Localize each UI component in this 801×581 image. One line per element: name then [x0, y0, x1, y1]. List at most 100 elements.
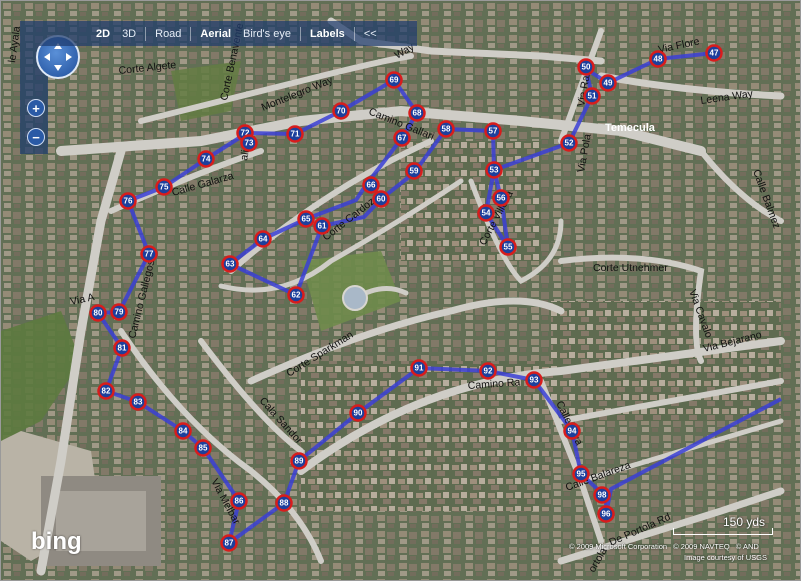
- scale-label: 150 yds: [723, 515, 766, 529]
- route-marker[interactable]: 80: [89, 304, 107, 322]
- svg-text:91: 91: [415, 364, 424, 373]
- birds-eye-button[interactable]: Bird's eye: [237, 28, 297, 40]
- route-marker[interactable]: 61: [313, 217, 331, 235]
- route-marker[interactable]: 93: [525, 371, 543, 389]
- map-toolbar: 2D 3D Road Aerial Bird's eye Labels <<: [20, 21, 417, 46]
- route-marker[interactable]: 47: [705, 44, 723, 62]
- route-marker[interactable]: 73: [240, 134, 258, 152]
- route-marker[interactable]: 55: [499, 238, 517, 256]
- svg-text:68: 68: [413, 109, 422, 118]
- route-marker[interactable]: 54: [477, 204, 495, 222]
- svg-text:52: 52: [565, 139, 574, 148]
- svg-text:71: 71: [291, 130, 300, 139]
- svg-text:47: 47: [710, 49, 719, 58]
- view-3d-button[interactable]: 3D: [116, 28, 142, 40]
- svg-text:92: 92: [484, 367, 493, 376]
- svg-text:49: 49: [604, 79, 613, 88]
- route-marker[interactable]: 94: [563, 422, 581, 440]
- svg-text:73: 73: [245, 139, 254, 148]
- route-marker[interactable]: 60: [372, 190, 390, 208]
- svg-text:98: 98: [598, 491, 607, 500]
- svg-text:75: 75: [160, 183, 169, 192]
- route-marker[interactable]: 71: [286, 125, 304, 143]
- bing-logo: bing: [31, 528, 82, 555]
- copyright-microsoft: © 2009 Microsoft Corporation: [569, 542, 668, 551]
- zoom-out-button[interactable]: −: [27, 128, 45, 146]
- route-marker[interactable]: 96: [597, 505, 615, 523]
- svg-text:87: 87: [225, 539, 234, 548]
- route-marker[interactable]: 64: [254, 230, 272, 248]
- route-marker[interactable]: 58: [437, 120, 455, 138]
- svg-text:67: 67: [398, 134, 407, 143]
- route-marker[interactable]: 74: [197, 150, 215, 168]
- route-marker[interactable]: 69: [385, 71, 403, 89]
- toolbar-divider: [299, 26, 301, 41]
- route-marker[interactable]: 48: [649, 50, 667, 68]
- route-marker[interactable]: 76: [119, 192, 137, 210]
- route-marker[interactable]: 67: [393, 129, 411, 147]
- view-2d-button[interactable]: 2D: [90, 28, 116, 40]
- svg-text:57: 57: [489, 127, 498, 136]
- route-marker[interactable]: 81: [113, 339, 131, 357]
- label-temecula: Temecula: [605, 122, 656, 134]
- route-marker[interactable]: 66: [362, 176, 380, 194]
- route-marker[interactable]: 57: [484, 122, 502, 140]
- copyright-navteq: © 2009 NAVTEQ: [673, 542, 730, 551]
- aerial-map[interactable]: Corte Algete Montelegro Way Corte Benave…: [1, 1, 801, 581]
- route-marker[interactable]: 75: [155, 178, 173, 196]
- svg-text:81: 81: [118, 344, 127, 353]
- route-marker[interactable]: 63: [221, 255, 239, 273]
- route-marker[interactable]: 65: [297, 210, 315, 228]
- route-marker[interactable]: 91: [410, 359, 428, 377]
- scale-bar: [673, 528, 773, 535]
- route-marker[interactable]: 68: [408, 104, 426, 122]
- svg-text:54: 54: [482, 209, 491, 218]
- route-marker[interactable]: 59: [405, 162, 423, 180]
- route-marker[interactable]: 87: [220, 534, 238, 552]
- svg-text:83: 83: [134, 398, 143, 407]
- svg-text:80: 80: [94, 309, 103, 318]
- route-marker[interactable]: 50: [577, 58, 595, 76]
- svg-text:56: 56: [497, 194, 506, 203]
- route-marker[interactable]: 70: [332, 102, 350, 120]
- route-marker[interactable]: 77: [140, 245, 158, 263]
- route-marker[interactable]: 56: [492, 189, 510, 207]
- toolbar-divider: [145, 26, 147, 41]
- zoom-in-button[interactable]: +: [27, 99, 45, 117]
- svg-text:59: 59: [410, 167, 419, 176]
- svg-text:74: 74: [202, 155, 211, 164]
- route-marker[interactable]: 49: [599, 74, 617, 92]
- svg-text:53: 53: [490, 166, 499, 175]
- route-marker[interactable]: 53: [485, 161, 503, 179]
- route-marker[interactable]: 62: [287, 286, 305, 304]
- svg-text:86: 86: [235, 497, 244, 506]
- collapse-toolbar-button[interactable]: <<: [358, 28, 383, 40]
- road-view-button[interactable]: Road: [149, 28, 187, 40]
- route-marker[interactable]: 84: [174, 422, 192, 440]
- route-marker[interactable]: 90: [349, 404, 367, 422]
- route-marker[interactable]: 95: [572, 465, 590, 483]
- toolbar-divider: [353, 26, 355, 41]
- aerial-view-button[interactable]: Aerial: [194, 28, 237, 40]
- route-marker[interactable]: 51: [583, 87, 601, 105]
- labels-toggle-button[interactable]: Labels: [304, 28, 351, 40]
- route-marker[interactable]: 82: [97, 382, 115, 400]
- route-marker[interactable]: 89: [290, 452, 308, 470]
- map-frame[interactable]: Corte Algete Montelegro Way Corte Benave…: [0, 0, 801, 581]
- image-credit: Image courtesy of USGS: [684, 553, 767, 562]
- route-marker[interactable]: 79: [110, 303, 128, 321]
- svg-text:69: 69: [390, 76, 399, 85]
- route-marker[interactable]: 85: [194, 439, 212, 457]
- svg-text:58: 58: [442, 125, 451, 134]
- route-marker[interactable]: 52: [560, 134, 578, 152]
- svg-text:63: 63: [226, 260, 235, 269]
- route-marker[interactable]: 92: [479, 362, 497, 380]
- svg-text:51: 51: [588, 92, 597, 101]
- svg-text:65: 65: [302, 215, 311, 224]
- route-marker[interactable]: 88: [275, 494, 293, 512]
- route-marker[interactable]: 83: [129, 393, 147, 411]
- svg-text:76: 76: [124, 197, 133, 206]
- route-marker[interactable]: 86: [230, 492, 248, 510]
- svg-text:79: 79: [115, 308, 124, 317]
- route-marker[interactable]: 98: [593, 486, 611, 504]
